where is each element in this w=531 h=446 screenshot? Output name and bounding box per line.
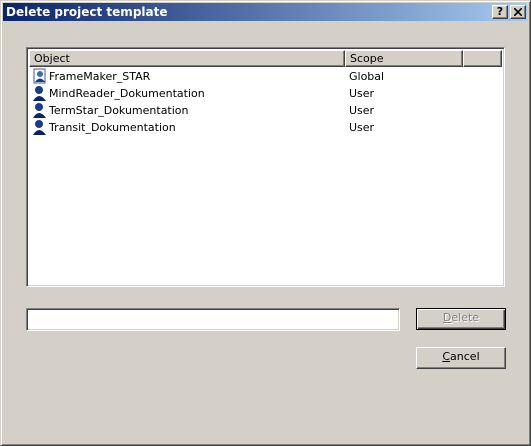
list-item[interactable]: MindReader_Dokumentation User: [29, 85, 502, 102]
user-template-icon: [32, 119, 48, 135]
title-bar[interactable]: Delete project template ?: [3, 3, 527, 21]
dialog-window: Delete project template ? Object Scope F…: [0, 0, 531, 446]
user-template-icon: [32, 102, 48, 118]
column-header-object[interactable]: Object: [29, 50, 345, 67]
cancel-button-label: Cancel: [442, 350, 480, 363]
global-template-icon: [32, 68, 48, 84]
window-title: Delete project template: [6, 5, 168, 19]
list-item-name: Transit_Dokumentation: [49, 121, 176, 134]
help-icon: ?: [496, 5, 504, 18]
list-item[interactable]: FrameMaker_STAR Global: [29, 68, 502, 85]
list-item-name: FrameMaker_STAR: [49, 70, 151, 83]
list-item-scope: User: [349, 104, 375, 117]
list-rows: FrameMaker_STAR Global MindReader_Dokume…: [29, 68, 502, 136]
delete-button[interactable]: Delete: [416, 308, 506, 330]
list-item-name: MindReader_Dokumentation: [49, 87, 205, 100]
list-item-name: TermStar_Dokumentation: [49, 104, 189, 117]
delete-button-label: Delete: [442, 311, 480, 324]
list-item[interactable]: Transit_Dokumentation User: [29, 119, 502, 136]
column-header-filler[interactable]: [463, 50, 502, 67]
list-item-scope: User: [349, 87, 375, 100]
list-item[interactable]: TermStar_Dokumentation User: [29, 102, 502, 119]
column-header-scope[interactable]: Scope: [345, 50, 463, 67]
cancel-button[interactable]: Cancel: [416, 347, 506, 369]
close-button[interactable]: [510, 5, 526, 19]
list-item-scope: Global: [349, 70, 385, 83]
template-list[interactable]: Object Scope FrameMaker_STAR Global Mind…: [26, 47, 505, 287]
template-name-field[interactable]: [26, 308, 400, 331]
list-item-scope: User: [349, 121, 375, 134]
help-button[interactable]: ?: [492, 5, 508, 19]
close-icon: [511, 6, 525, 18]
user-template-icon: [32, 85, 48, 101]
list-header: Object Scope: [29, 50, 502, 67]
